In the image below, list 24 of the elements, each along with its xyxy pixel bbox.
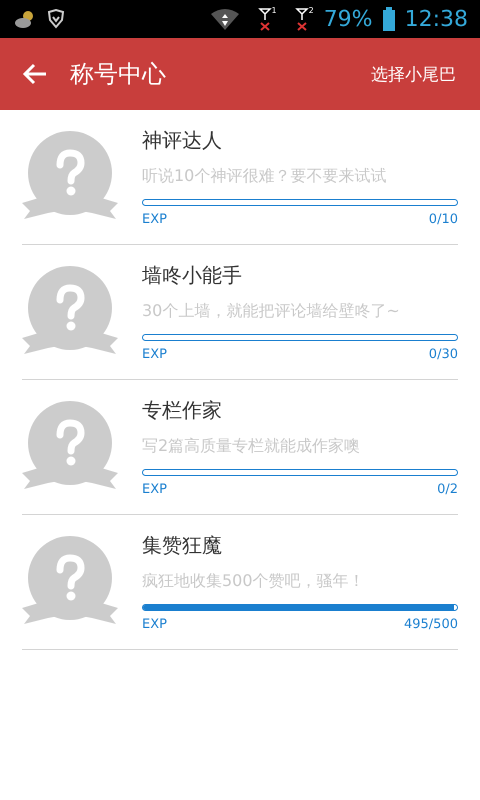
wifi-icon	[210, 8, 240, 30]
shield-icon	[46, 9, 66, 29]
exp-label: EXP	[142, 347, 167, 362]
title-name: 集赞狂魔	[142, 532, 223, 559]
weather-icon	[14, 10, 36, 28]
sim-number: 2	[308, 7, 314, 15]
progress-count: 495/500	[404, 617, 458, 632]
sim-number: 1	[272, 7, 277, 15]
exp-label: EXP	[142, 212, 167, 227]
exp-label: EXP	[142, 617, 167, 632]
battery-icon	[382, 7, 395, 31]
progress-count: 0/30	[428, 347, 458, 362]
clock: 12:38	[404, 6, 468, 32]
exp-label: EXP	[142, 482, 167, 497]
page-title: 称号中心	[70, 59, 166, 90]
progress-count: 0/10	[428, 212, 458, 227]
title-name: 墙咚小能手	[142, 262, 243, 289]
title-name: 专栏作家	[142, 397, 223, 424]
select-tail-button[interactable]: 选择小尾巴	[371, 62, 456, 86]
title-name: 神评达人	[142, 127, 223, 154]
no-signal-icon	[258, 7, 272, 31]
no-signal-icon	[294, 7, 309, 31]
progress-count: 0/2	[437, 482, 458, 497]
battery-percent: 79%	[324, 6, 373, 32]
